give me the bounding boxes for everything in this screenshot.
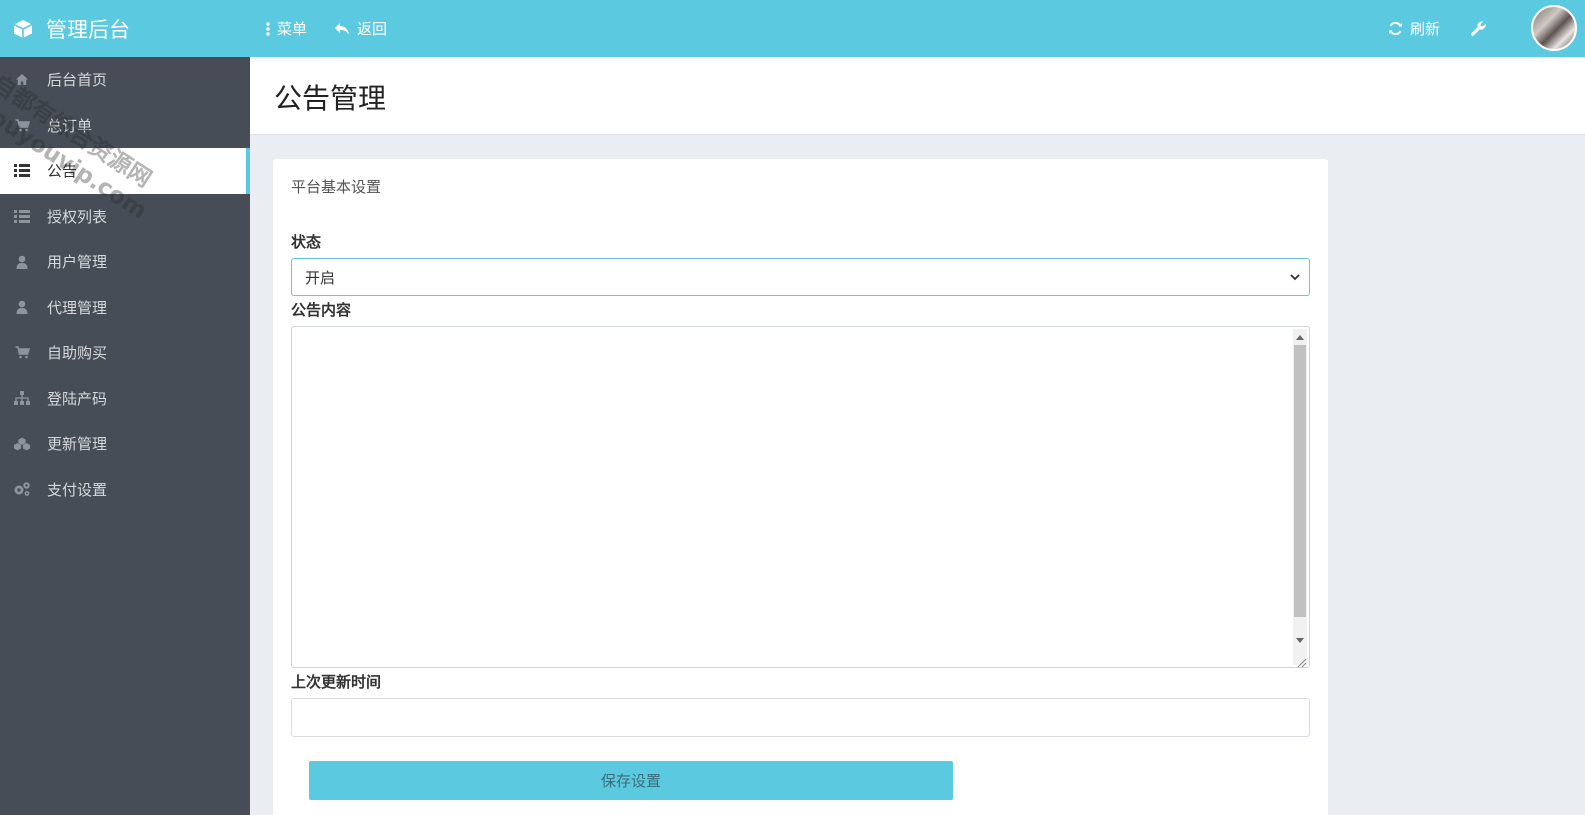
page-title: 公告管理 [274,82,387,115]
cubes-icon [13,435,31,453]
cogs-icon [13,480,31,498]
sidebar-item-login-code[interactable]: 登陆产码 [0,376,250,422]
home-icon [13,71,31,89]
sidebar-item-label: 登陆产码 [47,389,108,408]
status-select[interactable]: 开启 [291,258,1310,296]
content-label: 公告内容 [291,301,352,319]
sidebar: 后台首页 总订单 公告 授权列表 用户管理 代理管理 自助购买 登陆产码 更新管… [0,57,250,815]
scroll-down-arrow-icon[interactable] [1296,638,1304,643]
refresh-button[interactable]: 刷新 [1388,0,1440,57]
sidebar-item-announcement[interactable]: 公告 [0,148,250,194]
panel-heading: 平台基本设置 [291,178,382,196]
sitemap-icon [13,389,31,407]
back-button[interactable]: 返回 [334,0,387,57]
sidebar-item-label: 更新管理 [47,435,108,454]
sidebar-item-label: 代理管理 [47,298,108,317]
app-title: 管理后台 [46,17,130,42]
sidebar-item-label: 公告 [47,162,78,181]
announcement-content-textarea[interactable] [291,326,1310,668]
page-header: 公告管理 [250,57,1585,135]
save-settings-button[interactable]: 保存设置 [309,761,953,800]
sidebar-item-label: 总订单 [47,116,93,135]
wrench-icon [1470,20,1487,37]
menu-toggle-button[interactable]: 菜单 [266,0,307,57]
reply-arrow-icon [334,22,350,36]
sidebar-item-update-management[interactable]: 更新管理 [0,421,250,467]
brand[interactable]: 管理后台 [10,0,130,57]
sidebar-item-label: 支付设置 [47,480,108,499]
resize-grip-icon[interactable] [1295,653,1307,668]
status-select-value: 开启 [305,268,336,287]
sidebar-item-label: 自助购买 [47,344,108,363]
sidebar-item-dashboard[interactable]: 后台首页 [0,57,250,103]
sidebar-item-payment-settings[interactable]: 支付设置 [0,467,250,513]
menu-label: 菜单 [277,20,308,38]
user-avatar[interactable] [1531,5,1577,51]
cart-icon [13,116,31,134]
scroll-thumb[interactable] [1294,345,1306,617]
list-icon [13,207,31,225]
refresh-label: 刷新 [1410,20,1441,38]
sidebar-item-label: 用户管理 [47,253,108,272]
list-icon [13,162,31,180]
cube-logo-icon [10,16,36,42]
menu-dots-icon [266,21,270,36]
sidebar-item-agents[interactable]: 代理管理 [0,285,250,331]
textarea-scrollbar[interactable] [1293,329,1307,665]
chevron-down-icon [1289,270,1301,288]
user-icon [13,298,31,316]
scroll-up-arrow-icon[interactable] [1296,335,1304,340]
sidebar-item-orders[interactable]: 总订单 [0,103,250,149]
settings-wrench-button[interactable] [1470,0,1487,57]
status-label: 状态 [291,233,322,251]
refresh-icon [1388,21,1403,36]
user-icon [13,253,31,271]
sidebar-item-users[interactable]: 用户管理 [0,239,250,285]
last-updated-input[interactable] [291,698,1310,737]
settings-panel: 平台基本设置 状态 开启 公告内容 上次更新时间 保存设置 [273,159,1328,815]
top-navbar: 管理后台 菜单 返回 刷新 [0,0,1585,57]
back-label: 返回 [357,20,388,38]
sidebar-item-label: 后台首页 [47,71,108,90]
sidebar-item-self-purchase[interactable]: 自助购买 [0,330,250,376]
cart-icon [13,344,31,362]
sidebar-item-license-list[interactable]: 授权列表 [0,194,250,240]
last-updated-label: 上次更新时间 [291,673,382,691]
sidebar-item-label: 授权列表 [47,207,108,226]
